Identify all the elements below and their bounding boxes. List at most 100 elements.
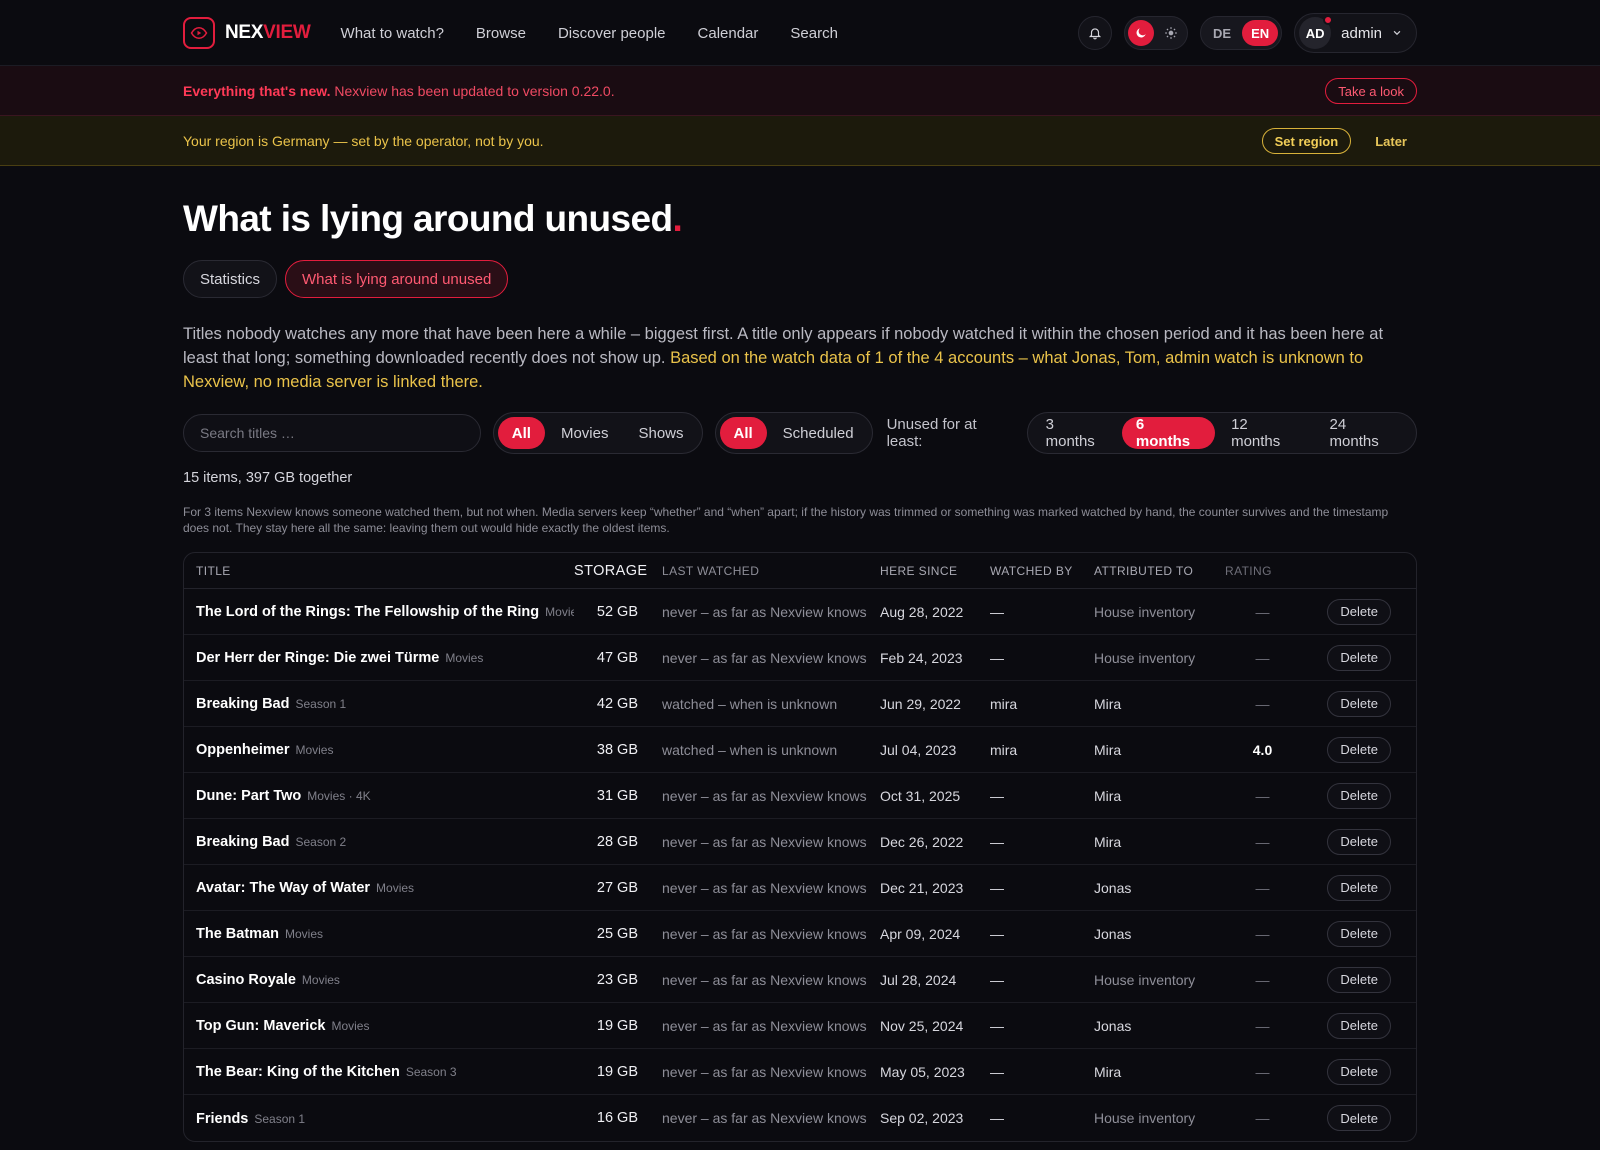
nav-calendar[interactable]: Calendar <box>698 25 759 42</box>
row-last-watched: never – as far as Nexview knows <box>662 879 867 896</box>
row-title[interactable]: The Bear: King of the Kitchen <box>196 1064 400 1080</box>
row-title[interactable]: Breaking Bad <box>196 696 289 712</box>
col-storage[interactable]: Storage <box>574 563 650 579</box>
table-row: Oppenheimer Movies 38 GB watched – when i… <box>184 727 1416 773</box>
delete-button[interactable]: Delete <box>1327 1058 1391 1085</box>
scope-scheduled[interactable]: Scheduled <box>769 417 868 449</box>
row-kind: Season 2 <box>295 835 347 849</box>
col-attributed-to[interactable]: Attributed to <box>1094 564 1225 578</box>
col-here-since[interactable]: Here since <box>880 564 990 578</box>
set-region-button[interactable]: Set region <box>1261 128 1352 154</box>
row-watched-by: — <box>990 603 1004 620</box>
tab-statistics[interactable]: Statistics <box>183 260 278 298</box>
row-storage: 25 GB <box>596 925 638 942</box>
lang-de-button[interactable]: DE <box>1204 20 1240 46</box>
row-storage: 42 GB <box>596 695 638 712</box>
period-12-months[interactable]: 12 months <box>1217 416 1313 450</box>
take-a-look-button[interactable]: Take a look <box>1325 78 1417 104</box>
tab-unused[interactable]: What is lying around unused <box>285 260 509 298</box>
later-button[interactable]: Later <box>1375 134 1407 149</box>
row-action-cell: Delete <box>1300 690 1403 717</box>
row-action-cell: Delete <box>1300 782 1403 809</box>
row-attributed-to: Jonas <box>1094 925 1132 942</box>
row-kind: Season 1 <box>254 1111 306 1126</box>
row-kind: Movies · 4K <box>307 789 371 803</box>
table-row: Avatar: The Way of Water Movies 27 GB nev… <box>184 865 1416 911</box>
row-last-watched: watched – when is unknown <box>662 695 838 712</box>
table-row: The Lord of the Rings: The Fellowship of… <box>184 589 1416 635</box>
nav-what-to-watch[interactable]: What to watch? <box>341 25 444 42</box>
chevron-down-icon <box>1393 30 1401 36</box>
nav-browse[interactable]: Browse <box>476 25 526 42</box>
page-title-dot: . <box>672 198 683 239</box>
row-here-since: Sep 02, 2023 <box>880 1110 964 1126</box>
row-title[interactable]: Casino Royale <box>196 972 296 988</box>
row-action-cell: Delete <box>1300 644 1403 671</box>
row-title[interactable]: Oppenheimer <box>196 742 289 758</box>
brand-name: NEXVIEW <box>225 22 311 44</box>
row-attributed-to: House inventory <box>1094 1110 1196 1126</box>
delete-button[interactable]: Delete <box>1327 874 1391 901</box>
row-title[interactable]: Der Herr der Ringe: Die zwei Türme <box>196 650 439 666</box>
row-title-cell: Oppenheimer Movies <box>184 741 574 758</box>
scope-all[interactable]: All <box>719 417 767 449</box>
nav-search[interactable]: Search <box>790 25 838 42</box>
delete-button[interactable]: Delete <box>1327 828 1391 855</box>
nav-discover-people[interactable]: Discover people <box>558 25 666 42</box>
row-here-since: May 05, 2023 <box>880 1063 965 1080</box>
type-shows[interactable]: Shows <box>624 417 697 449</box>
delete-button[interactable]: Delete <box>1327 690 1391 717</box>
delete-button[interactable]: Delete <box>1327 966 1391 993</box>
notification-dot <box>1323 15 1334 25</box>
row-title[interactable]: Top Gun: Maverick <box>196 1018 325 1034</box>
row-here-since: Jul 04, 2023 <box>880 741 957 758</box>
col-title[interactable]: Title <box>184 564 574 578</box>
row-title[interactable]: The Batman <box>196 926 279 942</box>
table-row: Dune: Part Two Movies · 4K 31 GB never – … <box>184 773 1416 819</box>
notifications-button[interactable] <box>1078 16 1113 50</box>
row-title-cell: Casino Royale Movies <box>184 971 574 988</box>
delete-button[interactable]: Delete <box>1327 1012 1391 1039</box>
light-theme-button[interactable] <box>1158 20 1184 46</box>
delete-button[interactable]: Delete <box>1327 736 1391 763</box>
update-message-text: Nexview has been updated to version 0.22… <box>330 83 615 99</box>
row-attributed-to: House inventory <box>1094 603 1196 620</box>
row-rating: — <box>1255 787 1270 804</box>
row-here-since: Jun 29, 2022 <box>880 695 961 712</box>
delete-button[interactable]: Delete <box>1327 782 1391 809</box>
row-here-since: Aug 28, 2022 <box>880 603 964 620</box>
type-all[interactable]: All <box>497 417 545 449</box>
scope-filter: All Scheduled <box>714 412 873 454</box>
brand-name-part-b: VIEW <box>263 22 311 43</box>
row-title[interactable]: Friends <box>196 1111 248 1127</box>
dark-theme-button[interactable] <box>1128 20 1155 46</box>
row-title[interactable]: Breaking Bad <box>196 834 289 850</box>
row-title[interactable]: Avatar: The Way of Water <box>196 880 370 896</box>
delete-button[interactable]: Delete <box>1327 644 1391 671</box>
lang-en-button[interactable]: EN <box>1242 20 1279 46</box>
row-rating: — <box>1255 1063 1270 1080</box>
col-rating[interactable]: Rating <box>1225 564 1300 578</box>
brand-logo[interactable]: NEXVIEW <box>183 17 311 49</box>
row-last-watched: never – as far as Nexview knows <box>662 603 867 620</box>
row-attributed-to: House inventory <box>1094 649 1196 666</box>
row-action-cell: Delete <box>1300 736 1403 763</box>
type-movies[interactable]: Movies <box>547 417 623 449</box>
update-message: Everything that's new. Nexview has been … <box>183 83 1325 99</box>
delete-button[interactable]: Delete <box>1327 1105 1391 1131</box>
delete-button[interactable]: Delete <box>1327 920 1391 947</box>
period-6-months[interactable]: 6 months <box>1121 416 1216 450</box>
col-last-watched[interactable]: Last watched <box>650 564 880 578</box>
period-3-months[interactable]: 3 months <box>1032 416 1120 450</box>
user-menu[interactable]: AD admin <box>1294 13 1417 53</box>
row-rating: — <box>1255 1017 1270 1034</box>
row-storage: 28 GB <box>596 833 638 850</box>
row-title[interactable]: The Lord of the Rings: The Fellowship of… <box>196 604 539 620</box>
main-nav: What to watch? Browse Discover people Ca… <box>341 25 1078 42</box>
period-24-months[interactable]: 24 months <box>1316 416 1412 450</box>
delete-button[interactable]: Delete <box>1327 598 1391 625</box>
row-title[interactable]: Dune: Part Two <box>196 788 301 804</box>
row-title-cell: Breaking Bad Season 1 <box>184 695 574 712</box>
search-input[interactable] <box>183 414 481 452</box>
col-watched-by[interactable]: Watched by <box>990 564 1094 578</box>
